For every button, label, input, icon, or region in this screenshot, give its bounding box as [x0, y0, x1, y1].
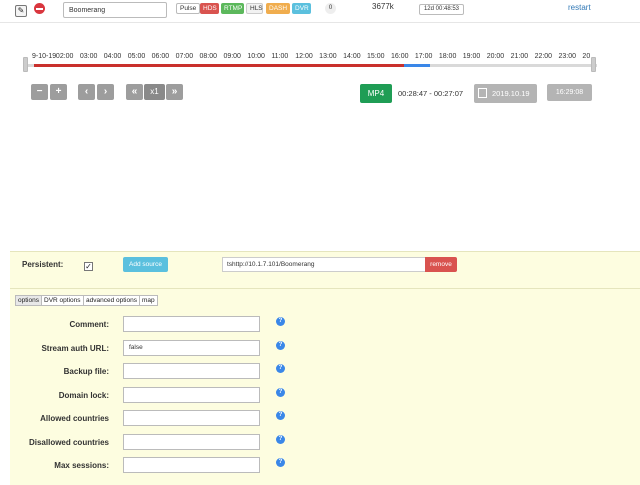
field-label: Stream auth URL:: [41, 343, 109, 353]
next-button[interactable]: ›: [97, 84, 114, 100]
zoom-out-button[interactable]: −: [31, 84, 48, 100]
timeline-tick-label: 05:00: [127, 53, 146, 60]
timeline-tick-label: 08:00: [199, 53, 218, 60]
timeline-tick-label: 9-10-19: [32, 53, 57, 60]
timeline-tick-label: 21:00: [510, 53, 529, 60]
timeline-recorded-bar: [34, 64, 404, 67]
timeline-tick-label: 14:00: [343, 53, 361, 60]
timeline-tick-label: 16:00: [390, 53, 409, 60]
restart-link[interactable]: restart: [568, 3, 591, 12]
remove-source-button[interactable]: remove: [425, 257, 457, 272]
persistent-checkbox[interactable]: ✓: [84, 262, 93, 271]
field-label: Allowed countries: [40, 414, 109, 423]
field-input[interactable]: [123, 339, 260, 356]
field-label: Comment:: [69, 320, 109, 329]
time-button[interactable]: 16:29:08: [547, 84, 592, 101]
timeline-tick-label: 09:00: [223, 53, 241, 60]
field-label: Backup file:: [63, 367, 109, 376]
speed-button[interactable]: x1: [144, 84, 165, 100]
rtmp-badge[interactable]: RTMP: [221, 3, 244, 14]
panel-divider: [10, 288, 640, 289]
timeline-tick-label: 07:00: [175, 53, 194, 60]
timeline-tick-label: 20:00: [486, 53, 505, 60]
timeline-tick-label: 18:00: [438, 53, 457, 60]
help-icon[interactable]: ?: [276, 458, 285, 467]
timeline-tick-label: 10:00: [247, 53, 265, 60]
help-icon[interactable]: ?: [276, 411, 285, 420]
timeline-left-handle[interactable]: [23, 57, 28, 72]
dvr-badge[interactable]: DVR: [292, 3, 311, 14]
field-input[interactable]: [123, 457, 260, 473]
rewind-button[interactable]: «: [126, 84, 143, 100]
pulse-label[interactable]: Pulse: [176, 3, 200, 14]
mp4-export-button[interactable]: MP4: [360, 84, 392, 103]
selection-range: 00:28:47 - 00:27:07: [398, 89, 464, 98]
timeline-tick-label: 15:00: [367, 53, 385, 60]
help-icon[interactable]: ?: [276, 364, 285, 373]
hds-badge[interactable]: HDS: [200, 3, 219, 14]
timeline-live-bar: [404, 64, 430, 67]
field-label: Max sessions:: [54, 461, 109, 470]
field-label: Domain lock:: [58, 390, 109, 400]
row-divider: [0, 22, 640, 23]
clients-count-badge: 0: [325, 3, 336, 14]
timeline-tick-label: 02:00: [55, 53, 74, 60]
timeline-tick-label: 04:00: [103, 53, 122, 60]
date-value: 2019.10.19: [492, 89, 530, 98]
field-input[interactable]: [123, 410, 260, 426]
field-label: Disallowed countries: [28, 437, 109, 447]
source-url-input[interactable]: [222, 257, 426, 272]
field-input[interactable]: [123, 363, 260, 379]
field-input[interactable]: [123, 316, 260, 332]
timeline-tick-label: 17:00: [414, 53, 433, 60]
timeline-tick-label: 03:00: [79, 53, 98, 60]
tab-dvr-options[interactable]: DVR options: [41, 295, 84, 306]
prev-button[interactable]: ‹: [78, 84, 95, 100]
help-icon[interactable]: ?: [276, 387, 285, 397]
bitrate-value: 3677k: [372, 2, 394, 11]
date-picker-button[interactable]: 2019.10.19: [474, 84, 537, 103]
help-icon[interactable]: ?: [276, 317, 285, 326]
persistent-label: Persistent:: [22, 260, 64, 269]
timeline-tick-label: 22:00: [534, 53, 553, 60]
timeline-tick-label: 12:00: [295, 53, 313, 60]
tab-advanced-options[interactable]: advanced options: [83, 295, 140, 306]
timeline-tick-label: 23:00: [558, 53, 577, 60]
timeline-tick-label: 13:00: [319, 53, 337, 60]
calendar-icon: [478, 88, 487, 98]
forward-button[interactable]: »: [166, 84, 183, 100]
uptime-badge: 12d 00:48:53: [419, 4, 464, 15]
hls-badge[interactable]: HLS: [246, 3, 263, 14]
tab-options[interactable]: options: [15, 295, 42, 306]
tab-map[interactable]: map: [139, 295, 158, 306]
help-icon[interactable]: ?: [276, 340, 285, 350]
timeline-tick-label: 11:00: [271, 53, 289, 60]
wrench-icon[interactable]: ✎: [15, 5, 27, 17]
add-source-button[interactable]: Add source: [123, 257, 168, 272]
dash-badge[interactable]: DASH: [266, 3, 290, 14]
stream-name-input[interactable]: [63, 2, 167, 18]
timeline-tick-label: 20: [582, 53, 591, 60]
zoom-in-button[interactable]: +: [50, 84, 67, 100]
field-input[interactable]: [123, 386, 260, 403]
timeline-right-handle[interactable]: [591, 57, 596, 72]
delete-stream-icon[interactable]: [34, 3, 45, 14]
help-icon[interactable]: ?: [276, 434, 285, 444]
field-input[interactable]: [123, 433, 260, 450]
timeline-tick-label: 19:00: [462, 53, 481, 60]
timeline-tick-label: 06:00: [151, 53, 170, 60]
